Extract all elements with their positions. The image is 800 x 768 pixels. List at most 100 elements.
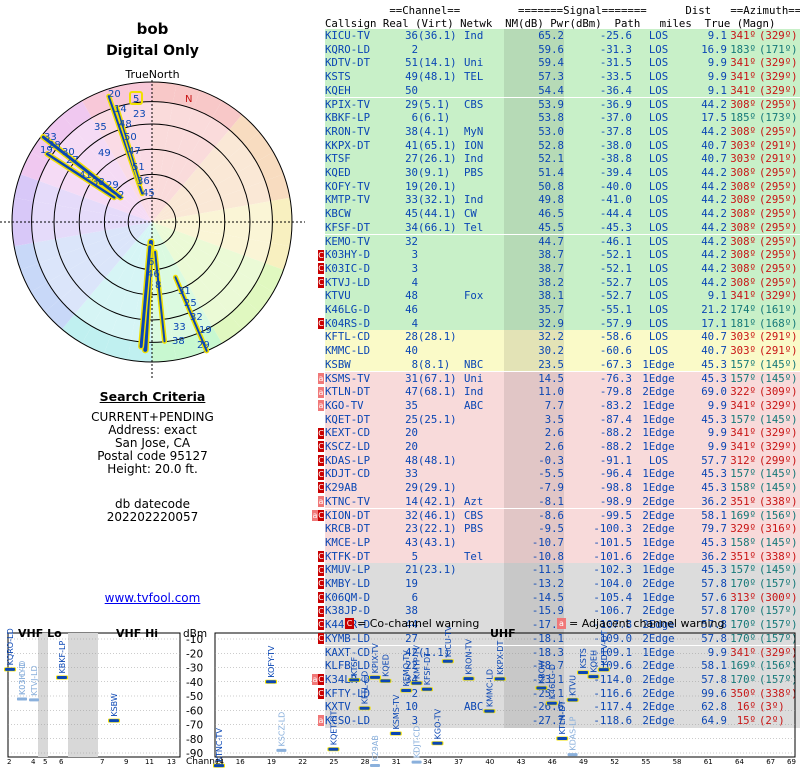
table-row[interactable]: KRCB-DT 23(22.1) PBS -9.5 -100.3 2Edge 79.7 329… [325,522,800,536]
table-row[interactable]: KDJT-CD 33 -5.5 -96.4 1Edge 45.3 157º (145º) [325,467,800,482]
table-row[interactable]: K46LG-D 46 35.7 -55.1 LOS 21.2 174º (161º) [325,303,800,317]
table-row[interactable]: KMMC-LD 40 30.2 -60.6 LOS 40.7 303º (291º) [325,344,800,358]
table-row[interactable]: KQEH 50 54.4 -36.4 LOS 9.1 341º (329º) [325,83,800,98]
table-row[interactable]: KDTV-DT 51(14.1) Uni 59.4 -31.5 LOS 9.9 341º (32… [325,56,800,71]
table-row[interactable]: KTVJ-LD 4 38.2 -52.7 LOS 44.2 308º (295º) [325,275,800,290]
azimuth-true-cell: 308º [730,275,756,289]
station-marker [411,681,422,685]
azimuth-magnetic-cell: (295º) [759,179,797,193]
distance-cell: 44.2 [701,220,727,234]
table-row[interactable]: KMBY-LD 19 -13.2 -104.0 2Edge 57.8 170º (157º) [325,577,800,591]
power-cell: -105.4 [593,590,632,604]
table-row[interactable]: KBKF-LP 6(6.1) 53.8 -37.0 LOS 17.5 185º (173º) [325,111,800,125]
nm-cell: 32.9 [504,316,564,331]
distance-cell: 57.6 [701,590,727,604]
power-cell: -46.1 [599,234,632,248]
vhf-lo-label: VHF Lo [18,627,62,640]
virtual-channel-cell: (42.1) [418,494,457,508]
table-row[interactable]: KOFY-TV 19(20.1) 50.8 -40.0 LOS 44.2 308º (295º… [325,179,800,194]
station-callsign-label: KSMS-TV [392,694,401,729]
nm-cell: 32.2 [504,330,564,345]
path-cell: LOS [648,111,669,125]
table-row[interactable]: KQED 30(9.1) PBS 51.4 -39.4 LOS 44.2 308º (295º) [325,166,800,180]
table-row[interactable]: KQRO-LD 2 59.6 -31.3 LOS 16.9 183º (171º) [325,42,800,57]
table-row[interactable]: KEMO-TV 32 44.7 -46.1 LOS 44.2 308º (295º) [325,234,800,249]
path-cell: LOS [648,70,669,84]
table-row[interactable]: KICU-TV 36(36.1) Ind 65.2 -25.6 LOS 9.1 341º (32… [325,29,800,43]
azimuth-magnetic-cell: (299º) [759,453,797,467]
polar-channel-label: 51 [132,162,145,173]
table-row[interactable]: KSBW 8(8.1) NBC 23.5 -67.3 1Edge 45.3 157º (145º… [325,357,800,372]
table-row[interactable]: K06QM-D 6 -14.5 -105.4 1Edge 57.6 313º (300º) [325,590,800,605]
distance-cell: 44.2 [701,97,727,111]
table-row[interactable]: KTVU 48 Fox 38.1 -52.7 LOS 9.1 341º (329º) [325,289,800,303]
table-row[interactable]: KSMS-TV 31(67.1) Uni 14.5 -76.3 1Edge 45.3 157º… [325,371,800,386]
virtual-channel-cell: (48.1) [418,70,457,84]
azimuth-true-cell: 341º [730,440,756,453]
adjacent-channel-warning-icon: a [318,386,324,398]
table-row[interactable]: K29AB 29(29.1) -7.9 -98.8 1Edge 45.3 158º (145º… [325,481,800,495]
station-marker [214,764,224,768]
table-row[interactable]: KTSF 27(26.1) Ind 52.1 -38.8 LOS 40.7 303º (291º… [325,152,800,166]
distance-cell: 57.7 [701,453,727,467]
search-criteria-heading: Search Criteria [99,389,206,404]
table-row[interactable]: KFSF-DT 34(66.1) Tel 45.5 -45.3 LOS 44.2 308º (2… [325,220,800,235]
network-cell: CBS [464,97,484,111]
nm-cell: 46.5 [504,207,564,221]
distance-cell: 45.3 [701,357,727,371]
table-row[interactable]: KQET-DT 25(25.1) 3.5 -87.4 1Edge 45.3 157º (145… [325,412,800,427]
path-cell: LOS [648,29,669,42]
tvfool-link[interactable]: www.tvfool.com [0,591,305,605]
table-row[interactable]: KTFK-DT 5 Tel -10.8 -101.6 2Edge 36.2 351º (338º… [325,549,800,564]
table-row[interactable]: KKPX-DT 41(65.1) ION 52.8 -38.0 LOS 40.7 303º (2… [325,138,800,153]
power-cell: -55.1 [599,303,632,316]
table-row[interactable]: KEXT-CD 20 2.6 -88.2 1Edge 9.9 341º (329º) [325,426,800,440]
power-cell: -60.6 [599,344,632,358]
table-row[interactable]: KION-DT 32(46.1) CBS -8.6 -99.5 2Edge 58.1 169º… [325,508,800,523]
station-marker [494,677,505,681]
real-channel-cell: 48 [405,453,418,467]
azimuth-magnetic-cell: (291º) [759,138,797,152]
distance-cell: 79.7 [701,522,727,536]
table-row[interactable]: KMTP-TV 33(32.1) Ind 49.8 -41.0 LOS 44.2 308º (2… [325,193,800,208]
datecode-value: 202202220057 [106,510,199,524]
table-row[interactable]: K04RS-D 4 32.9 -57.9 LOS 17.1 181º (168º) [325,316,800,331]
path-cell: LOS [648,261,669,275]
callsign-cell: KRCB-DT [325,522,371,536]
table-row[interactable]: KTLN-DT 47(68.1) Ind 11.0 -79.8 2Edge 69.0 322º… [325,385,800,399]
network-cell: ABC [464,398,484,412]
y-axis-tick-label: -60 [186,705,203,717]
callsign-cell: K03HY-D [325,248,371,262]
table-row[interactable]: KFTL-CD 28(28.1) 32.2 -58.6 LOS 40.7 303º (291º… [325,330,800,345]
station-marker [598,668,609,672]
table-row[interactable]: K03HY-D 3 38.7 -52.1 LOS 44.2 308º (295º) [325,248,800,262]
table-row[interactable]: KMUV-LP 21(23.1) -11.5 -102.3 1Edge 45.3 157º(… [325,563,800,577]
table-row[interactable]: KGO-TV 35 ABC 7.7 -83.2 1Edge 9.9 341º (329º) [325,398,800,413]
distance-cell: 40.7 [701,344,727,358]
real-channel-cell: 50 [405,83,418,97]
virtual-channel-cell: (9.1) [418,166,451,179]
table-row[interactable]: KTNC-TV 14(42.1) Azt -8.1 -98.9 2Edge 36.2 351º… [325,494,800,509]
nm-cell: -8.6 [504,508,564,523]
polar-channel-label: 20 [108,89,121,100]
polar-channel-label: 19 [199,325,212,336]
callsign-cell: KSCZ-LD [325,440,371,453]
callsign-cell: KQED [325,166,351,179]
table-row[interactable]: KSTS 49(48.1) TEL 57.3 -33.5 LOS 9.9 341º (329º) [325,70,800,84]
table-row[interactable]: KPIX-TV 29(5.1) CBS 53.9 -36.9 LOS 44.2 308º (29… [325,97,800,112]
table-row[interactable]: K03IC-D 3 38.7 -52.1 LOS 44.2 308º (295º) [325,261,800,276]
station-callsign-label: KKPX-DT [496,640,505,674]
distance-cell: 36.2 [701,549,727,563]
table-row[interactable]: KBCW 45(44.1) CW 46.5 -44.4 LOS 44.2 308º (295º) [325,207,800,221]
nm-cell: 35.7 [504,303,564,317]
station-callsign-label: KBCW [537,660,546,684]
table-row[interactable]: KMCE-LP 43(43.1) -10.7 -101.5 1Edge 45.3 158º(… [325,535,800,550]
azimuth-magnetic-cell: (173º) [759,111,797,125]
table-row[interactable]: KSCZ-LD 20 2.6 -88.2 1Edge 9.9 341º (329º) [325,440,800,454]
table-row[interactable]: KDAS-LP 48(48.1) -0.3 -91.1 LOS 57.7 312º (299º… [325,453,800,468]
station-callsign-label: KTLN-DT [558,700,567,734]
distance-cell: 44.2 [701,166,727,179]
azimuth-true-cell: 341º [730,29,756,42]
table-row[interactable]: KRON-TV 38(4.1) MyN 53.0 -37.8 LOS 44.2 308º (29… [325,124,800,139]
uhf-channel-tick: 64 [735,758,744,766]
